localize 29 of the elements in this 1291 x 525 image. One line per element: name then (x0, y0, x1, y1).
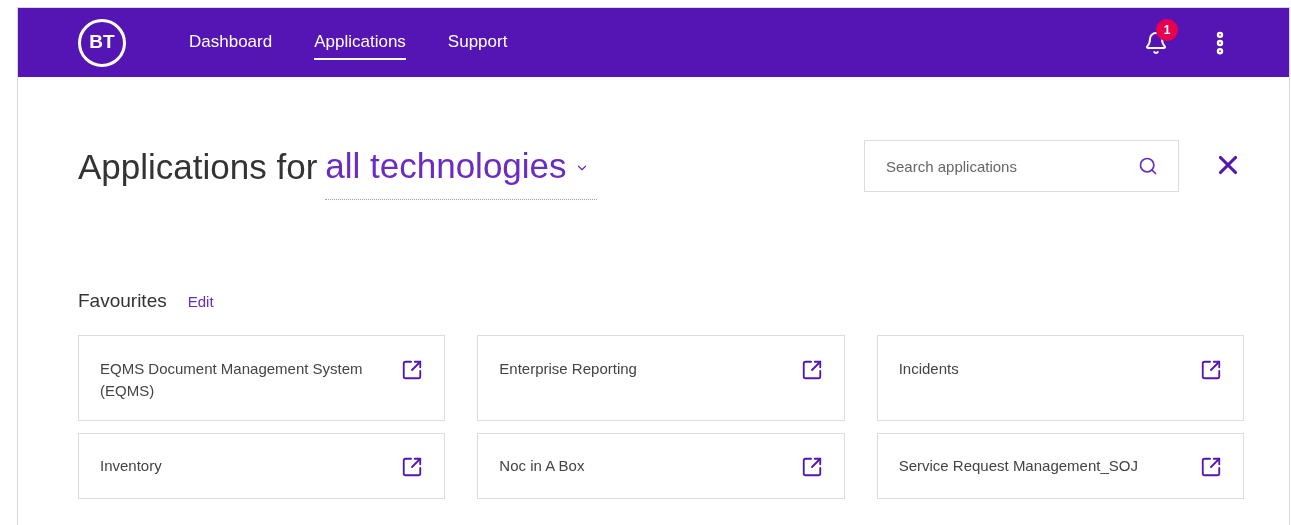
external-link-icon[interactable] (800, 456, 823, 478)
external-link-icon[interactable] (401, 456, 424, 478)
technology-filter-dropdown[interactable]: all technologies (325, 140, 597, 200)
search-field[interactable]: Search applications (864, 140, 1179, 192)
page-title: Applications for (78, 146, 318, 188)
search-icon[interactable] (1138, 156, 1158, 176)
nav-link[interactable]: Support (447, 25, 508, 60)
external-link-icon[interactable] (800, 359, 823, 381)
application-name: Incidents (898, 359, 960, 379)
application-card[interactable]: Enterprise Reporting (477, 335, 845, 421)
application-card[interactable]: EQMS Document Management System (EQMS) (78, 335, 446, 421)
external-link-icon[interactable] (1200, 456, 1222, 478)
application-name: Service Request Management_SOJ (898, 456, 1139, 476)
application-name: EQMS Document Management System (EQMS) (100, 359, 364, 401)
application-card[interactable]: Incidents (876, 335, 1244, 421)
nav-link[interactable]: Applications (314, 25, 406, 60)
application-card[interactable]: Noc in A Box (477, 433, 845, 499)
notification-count: 1 (1156, 18, 1178, 41)
application-card[interactable]: Inventory (78, 433, 446, 499)
application-name: Inventory (100, 456, 163, 476)
application-card[interactable]: Service Request Management_SOJ (876, 433, 1244, 499)
bt-logo[interactable]: BT (78, 18, 126, 67)
external-link-icon[interactable] (1200, 359, 1222, 381)
application-name: Noc in A Box (499, 456, 586, 476)
section-heading: Favourites (78, 288, 167, 313)
external-link-icon[interactable] (401, 359, 424, 381)
edit-link[interactable]: Edit (187, 290, 214, 313)
application-name: Enterprise Reporting (499, 359, 638, 379)
nav-link[interactable]: Dashboard (189, 25, 273, 60)
